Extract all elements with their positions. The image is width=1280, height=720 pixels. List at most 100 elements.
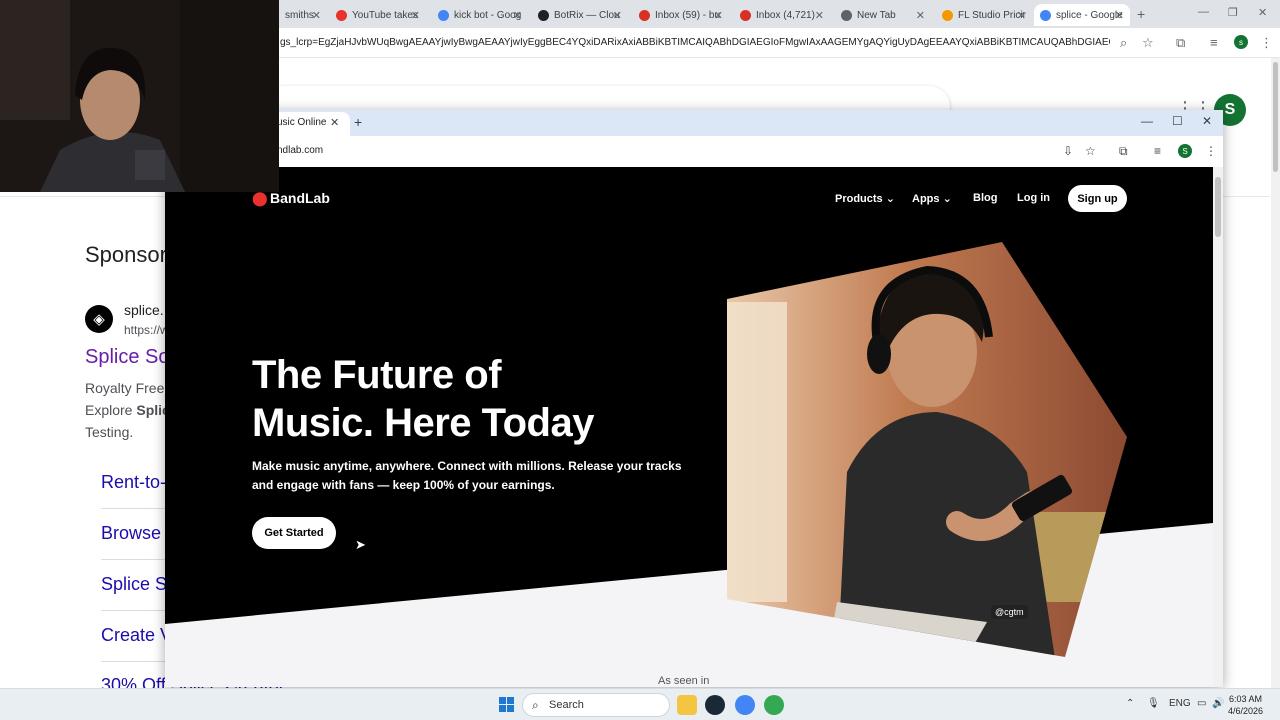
network-icon[interactable]: ▭ (1197, 698, 1206, 709)
steam-icon[interactable] (705, 695, 725, 715)
minimize-icon[interactable]: — (1198, 6, 1209, 18)
tab-close-icon[interactable]: ✕ (1115, 9, 1124, 22)
file-explorer-icon[interactable] (677, 695, 697, 715)
back-url-text[interactable]: gs_lcrp=EgZjaHJvbWUqBwgAEAAYjwIyBwgAEAAY… (280, 37, 1110, 48)
extensions-icon[interactable]: ⧉ (1119, 144, 1128, 159)
as-seen-in-heading: As seen in (658, 675, 710, 687)
tab-label: Inbox (4,721) (756, 9, 815, 21)
bandlab-page: ⬤ BandLab Products ⌄ Apps ⌄ Blog Log in … (165, 167, 1213, 687)
ad-desc-line: Explore Splic (85, 399, 175, 421)
tab-close-icon[interactable]: ✕ (312, 9, 321, 22)
microphone-icon[interactable]: 🎙 (1147, 698, 1160, 709)
chevron-down-icon: ⌄ (942, 193, 952, 205)
close-icon[interactable]: ✕ (1258, 6, 1267, 19)
tab-close-icon[interactable]: ✕ (513, 9, 522, 22)
taskbar-search-box[interactable]: ⌕ Search (522, 693, 670, 717)
scrollbar-thumb[interactable] (1273, 62, 1278, 172)
nav-login[interactable]: Log in (1017, 192, 1050, 204)
close-icon[interactable]: ✕ (1202, 114, 1212, 128)
hero-headline: The Future of Music. Here Today (252, 351, 682, 447)
bandlab-logo-icon: ⬤ (252, 190, 268, 206)
browser-tab[interactable]: Inbox (4,721) ✕ (734, 4, 830, 26)
sitelink[interactable]: Browse (101, 523, 161, 544)
zoom-icon[interactable]: ⌕ (1120, 35, 1127, 51)
maximize-icon[interactable]: ❐ (1228, 6, 1238, 19)
profile-avatar[interactable]: s (1234, 35, 1248, 49)
signup-button[interactable]: Sign up (1068, 185, 1127, 212)
chrome-profile-icon[interactable] (764, 695, 784, 715)
bookmark-star-icon[interactable]: ☆ (1085, 144, 1096, 158)
clock-date: 4/6/2026 (1228, 706, 1264, 716)
nav-apps[interactable]: Apps ⌄ (912, 192, 952, 205)
maximize-icon[interactable]: ☐ (1172, 114, 1183, 128)
bandlab-logo[interactable]: ⬤ BandLab (252, 190, 330, 206)
browser-tab[interactable]: splice - Google ✕ (1034, 4, 1130, 26)
bandlab-scrollbar[interactable] (1213, 167, 1223, 687)
new-tab-button[interactable]: + (1137, 6, 1145, 22)
extensions-icon[interactable]: ⧉ (1176, 35, 1185, 51)
tab-favicon-icon (639, 9, 650, 21)
browser-tab[interactable]: smiths ✕ (279, 4, 327, 26)
tab-close-icon[interactable]: ✕ (613, 9, 622, 22)
chrome-icon[interactable] (735, 695, 755, 715)
new-tab-button[interactable]: + (354, 114, 362, 130)
browser-tab[interactable]: New Tab ✕ (835, 4, 931, 26)
get-started-button[interactable]: Get Started (252, 517, 336, 549)
ad-site-name: splice. (124, 302, 164, 318)
volume-icon[interactable]: 🔊 (1212, 698, 1224, 709)
tab-close-icon[interactable]: ✕ (1017, 9, 1026, 22)
browser-tab[interactable]: YouTube takes ✕ (330, 4, 426, 26)
profile-avatar[interactable]: S (1178, 144, 1192, 158)
chevron-down-icon: ⌄ (885, 193, 895, 205)
kebab-menu-icon[interactable]: ⋮ (1205, 144, 1217, 158)
install-app-icon[interactable]: ⇩ (1063, 144, 1073, 158)
browser-tab[interactable]: FL Studio Pricir ✕ (936, 4, 1032, 26)
webcam-overlay (0, 0, 279, 192)
ad-site-url: https://w (124, 323, 169, 337)
browser-tab[interactable]: Inbox (59) - bu ✕ (633, 4, 729, 26)
language-indicator[interactable]: ENG (1169, 698, 1191, 709)
front-url-text[interactable]: ndlab.com (277, 145, 323, 156)
kebab-menu-icon[interactable]: ⋮ (1260, 35, 1273, 51)
clock-time: 6:03 AM (1229, 694, 1263, 704)
nav-products-label: Products (835, 193, 883, 205)
tab-label: BotRix — Clou (554, 9, 620, 21)
hero-line: Music. Here Today (252, 401, 594, 445)
sitelink[interactable]: Create V (101, 625, 172, 646)
tab-favicon-icon (740, 9, 751, 21)
hero-photo (727, 242, 1127, 657)
sitelink[interactable]: Rent-to- (101, 472, 166, 493)
tab-close-icon[interactable]: ✕ (916, 9, 925, 22)
ad-desc-prefix: Explore (85, 402, 137, 418)
nav-products[interactable]: Products ⌄ (835, 192, 895, 205)
ad-title-link[interactable]: Splice So (85, 346, 170, 369)
windows-start-icon[interactable] (499, 697, 514, 712)
tab-close-icon[interactable]: ✕ (714, 9, 723, 22)
ad-desc-line: Royalty Free (85, 380, 165, 396)
bookmark-star-icon[interactable]: ☆ (1142, 35, 1154, 51)
nav-apps-label: Apps (912, 193, 940, 205)
tab-label: usic Online (277, 117, 327, 128)
browser-tab[interactable]: kick bot - Goog ✕ (432, 4, 528, 26)
tab-favicon-icon (942, 9, 953, 21)
scrollbar-thumb[interactable] (1215, 177, 1221, 237)
page-scrollbar[interactable] (1271, 58, 1280, 688)
nav-blog[interactable]: Blog (973, 192, 997, 204)
tab-close-icon[interactable]: ✕ (815, 9, 824, 22)
tab-close-icon[interactable]: ✕ (411, 9, 420, 22)
tab-favicon-icon (841, 9, 852, 21)
media-controls-icon[interactable]: ≡ (1154, 144, 1161, 158)
browser-tab[interactable]: BotRix — Clou ✕ (532, 4, 628, 26)
tab-close-icon[interactable]: ✕ (330, 116, 339, 129)
tray-overflow-icon[interactable]: ⌃ (1126, 698, 1134, 709)
windows-taskbar: ⌕ Search ⌃ 🎙 ENG ▭ 🔊 6:03 AM 4/6/2026 (0, 688, 1280, 720)
splice-logo-icon: ◈ (85, 305, 113, 333)
tab-label: kick bot - Goog (454, 9, 522, 21)
tab-label: New Tab (857, 9, 896, 21)
sitelink[interactable]: Splice S (101, 574, 167, 595)
media-controls-icon[interactable]: ≡ (1210, 35, 1218, 50)
taskbar-clock[interactable]: 6:03 AM 4/6/2026 (1228, 693, 1263, 717)
ad-description: Royalty Free Explore Splic Testing. (85, 377, 175, 443)
tab-label: Inbox (59) - bu (655, 9, 721, 21)
minimize-icon[interactable]: — (1141, 114, 1153, 128)
